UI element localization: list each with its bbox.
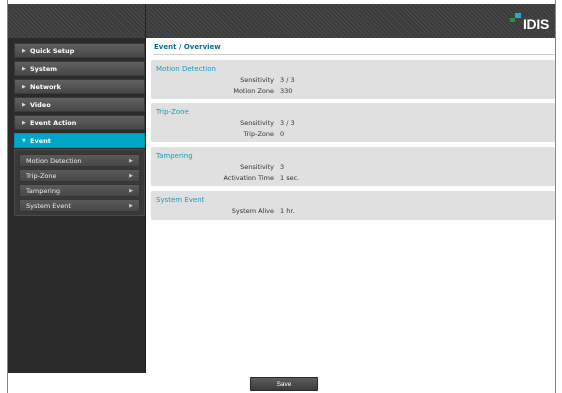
group-tampering: Tampering Sensitivity 3 Activation Time … — [151, 147, 555, 186]
submenu-item-tampering[interactable]: Tampering ▶ — [19, 184, 140, 197]
info-label: System Alive — [231, 207, 274, 215]
logo-mark-icon — [509, 13, 522, 27]
chevron-right-icon: ▶ — [22, 83, 26, 90]
group-title: Trip-Zone — [156, 108, 189, 116]
submenu-item-label: Tampering — [26, 186, 61, 195]
submenu-item-motion-detection[interactable]: Motion Detection ▶ — [19, 154, 140, 167]
app-window: IDIS ▶ Quick Setup ▶ System ▶ Network ▶ … — [0, 0, 562, 393]
logo-text: IDIS — [522, 16, 549, 32]
sidebar-item-label: System — [30, 64, 58, 73]
group-title: System Event — [156, 196, 205, 204]
save-button[interactable]: Save — [250, 377, 318, 391]
chevron-right-icon: ▶ — [22, 65, 26, 72]
info-row: Sensitivity 3 / 3 — [151, 119, 351, 127]
chevron-right-icon: ▶ — [22, 101, 26, 108]
header-right-panel: IDIS — [146, 4, 555, 38]
page-title: Event / Overview — [154, 43, 555, 55]
info-value: 0 — [280, 130, 285, 138]
chevron-right-icon: ▶ — [129, 157, 133, 164]
sidebar-item-label: Event Action — [30, 118, 77, 127]
chevron-down-icon: ▼ — [22, 137, 26, 144]
info-value: 3 / 3 — [280, 76, 295, 84]
info-row: Activation Time 1 sec. — [151, 174, 351, 182]
info-label: Sensitivity — [240, 163, 274, 171]
info-row: Trip-Zone 0 — [151, 130, 351, 138]
group-system-event: System Event System Alive 1 hr. — [151, 191, 555, 220]
event-submenu: Motion Detection ▶ Trip-Zone ▶ Tampering… — [14, 149, 145, 216]
submenu-item-label: Motion Detection — [26, 156, 82, 165]
info-label: Sensitivity — [240, 119, 274, 127]
info-label: Trip-Zone — [243, 130, 274, 138]
info-row: Sensitivity 3 — [151, 163, 351, 171]
info-row: Sensitivity 3 / 3 — [151, 76, 351, 84]
sidebar-item-video[interactable]: ▶ Video — [14, 97, 145, 112]
group-title: Motion Detection — [156, 65, 216, 73]
group-trip-zone: Trip-Zone Sensitivity 3 / 3 Trip-Zone 0 — [151, 103, 555, 142]
sidebar: ▶ Quick Setup ▶ System ▶ Network ▶ Video… — [8, 38, 146, 373]
sidebar-item-event-action[interactable]: ▶ Event Action — [14, 115, 145, 130]
sidebar-item-quick-setup[interactable]: ▶ Quick Setup — [14, 43, 145, 58]
footer-bar: Save — [8, 373, 555, 393]
header-left-panel — [8, 4, 146, 38]
submenu-item-label: Trip-Zone — [26, 171, 57, 180]
info-label: Motion Zone — [233, 87, 274, 95]
group-motion-detection: Motion Detection Sensitivity 3 / 3 Motio… — [151, 60, 555, 99]
group-title: Tampering — [156, 152, 193, 160]
info-value: 1 hr. — [280, 207, 295, 215]
chevron-right-icon: ▶ — [129, 172, 133, 179]
sidebar-item-label: Event — [30, 136, 51, 145]
info-value: 1 sec. — [280, 174, 300, 182]
brand-logo: IDIS — [509, 13, 549, 32]
sidebar-item-label: Video — [30, 100, 51, 109]
info-label: Activation Time — [223, 174, 274, 182]
chevron-right-icon: ▶ — [22, 119, 26, 126]
info-row: Motion Zone 330 — [151, 87, 351, 95]
chevron-right-icon: ▶ — [129, 202, 133, 209]
info-value: 330 — [280, 87, 293, 95]
sidebar-menu: ▶ Quick Setup ▶ System ▶ Network ▶ Video… — [14, 43, 145, 216]
chevron-right-icon: ▶ — [22, 47, 26, 54]
chevron-right-icon: ▶ — [129, 187, 133, 194]
main-content: Event / Overview Motion Detection Sensit… — [146, 38, 555, 373]
sidebar-item-network[interactable]: ▶ Network — [14, 79, 145, 94]
info-label: Sensitivity — [240, 76, 274, 84]
submenu-item-trip-zone[interactable]: Trip-Zone ▶ — [19, 169, 140, 182]
info-row: System Alive 1 hr. — [151, 207, 351, 215]
submenu-item-label: System Event — [26, 201, 71, 210]
sidebar-item-system[interactable]: ▶ System — [14, 61, 145, 76]
info-value: 3 — [280, 163, 285, 171]
sidebar-item-event[interactable]: ▼ Event — [14, 133, 145, 148]
header-bar: IDIS — [8, 4, 555, 38]
info-value: 3 / 3 — [280, 119, 295, 127]
sidebar-item-label: Quick Setup — [30, 46, 75, 55]
submenu-item-system-event[interactable]: System Event ▶ — [19, 199, 140, 212]
window-border-right — [555, 0, 556, 393]
sidebar-item-label: Network — [30, 82, 61, 91]
